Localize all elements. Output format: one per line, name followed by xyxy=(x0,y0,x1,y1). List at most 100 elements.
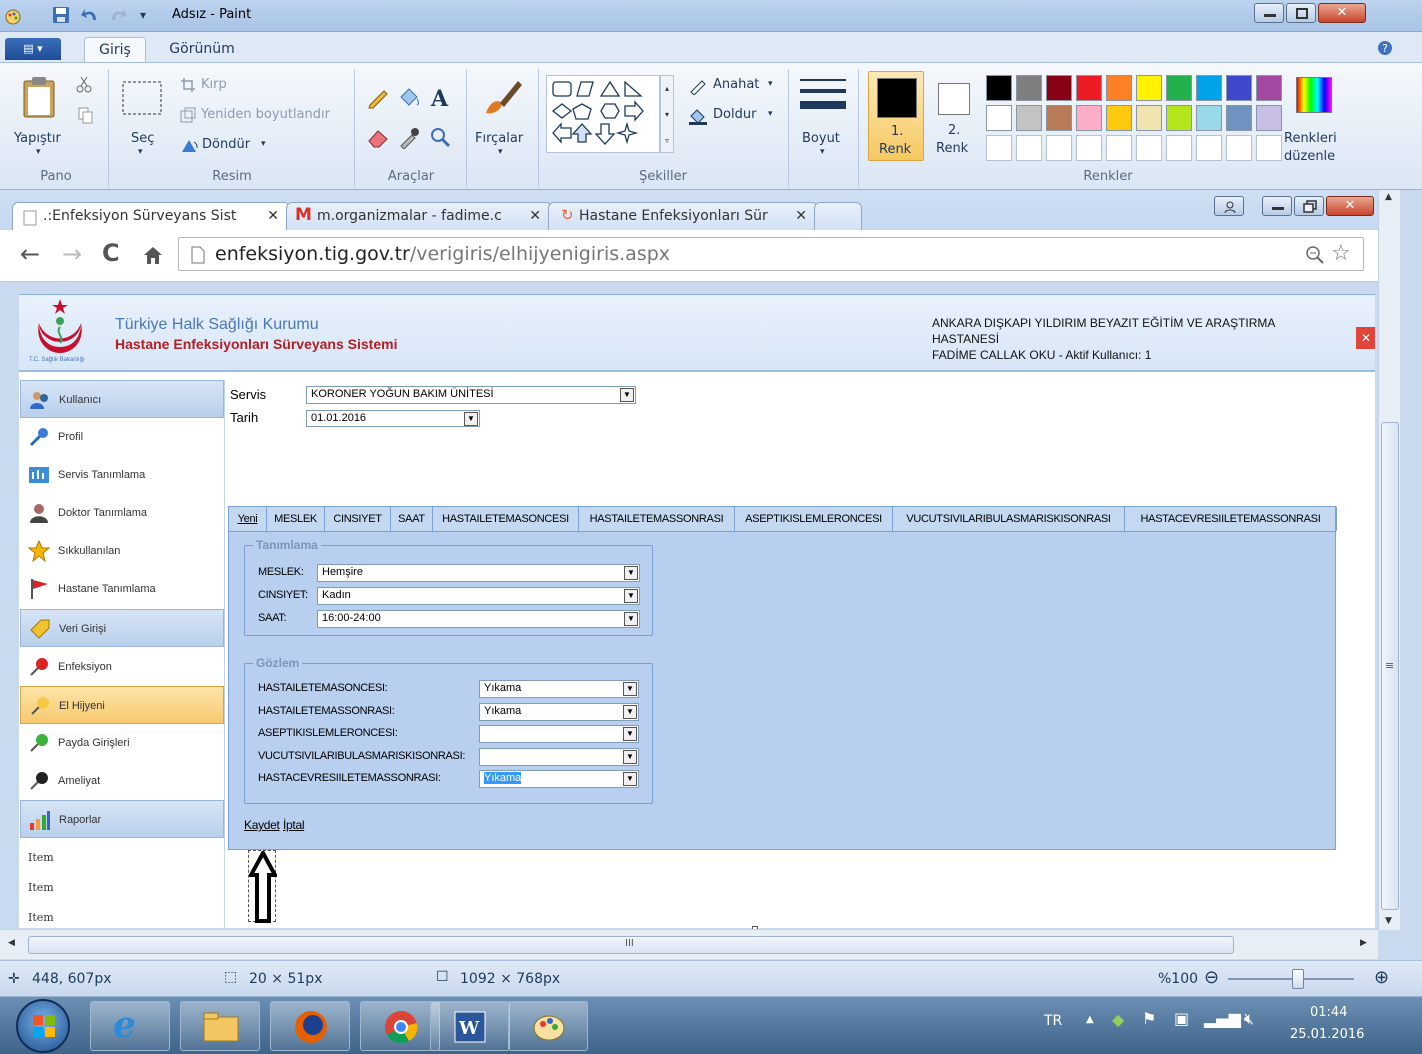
taskbar-firefox[interactable] xyxy=(270,1001,350,1051)
size-button[interactable]: Boyut ▾ xyxy=(796,71,852,161)
palette-color-swatch[interactable] xyxy=(1196,75,1222,101)
browser-close-button[interactable]: ✕ xyxy=(1326,196,1374,216)
palette-color-swatch[interactable] xyxy=(1136,75,1162,101)
home-icon[interactable] xyxy=(142,245,164,265)
new-tab-button[interactable] xyxy=(814,202,862,230)
palette-color-swatch[interactable] xyxy=(1256,75,1282,101)
gozlem-field-select[interactable]: Yıkama ▼ xyxy=(479,680,639,698)
palette-color-swatch[interactable] xyxy=(1166,105,1192,131)
palette-empty-swatch[interactable] xyxy=(1076,135,1102,161)
pencil-icon[interactable] xyxy=(366,85,390,109)
horizontal-scrollbar[interactable]: ◀ III ▶ xyxy=(0,929,1378,959)
palette-color-swatch[interactable] xyxy=(986,75,1012,101)
clock-date[interactable]: 25.01.2016 xyxy=(1290,1027,1364,1042)
network-globe-icon[interactable]: ◆ xyxy=(1112,1010,1124,1029)
tarih-select[interactable]: 01.01.2016 ▼ xyxy=(306,410,480,427)
maximize-button[interactable] xyxy=(1286,3,1316,23)
menu-item-kullanıcı[interactable]: Kullanıcı xyxy=(20,380,224,418)
taskbar-chrome[interactable] xyxy=(360,1001,440,1051)
save-icon[interactable] xyxy=(52,6,70,24)
paint-menu-button[interactable]: ▤ ▾ xyxy=(5,38,61,60)
browser-maximize-button[interactable] xyxy=(1294,196,1324,216)
palette-empty-swatch[interactable] xyxy=(1166,135,1192,161)
horizontal-scroll-thumb[interactable]: III xyxy=(28,936,1234,954)
palette-color-swatch[interactable] xyxy=(1016,105,1042,131)
volume-muted-icon[interactable]: 🔇︎ xyxy=(1244,1009,1254,1029)
zoom-out-icon[interactable]: ⊖ xyxy=(1204,967,1219,988)
palette-color-swatch[interactable] xyxy=(1076,105,1102,131)
resize-button[interactable]: Yeniden boyutlandır xyxy=(201,107,330,122)
palette-color-swatch[interactable] xyxy=(1046,105,1072,131)
palette-color-swatch[interactable] xyxy=(1166,75,1192,101)
forward-icon[interactable]: → xyxy=(62,240,82,268)
form-tab[interactable]: VUCUTSIVILARIBULASMARISKISONRASI xyxy=(893,507,1125,531)
palette-color-swatch[interactable] xyxy=(1076,75,1102,101)
browser-tab-gmail[interactable]: M m.organizmalar - fadime.c ✕ xyxy=(286,202,552,230)
help-icon[interactable]: ? xyxy=(1377,40,1393,56)
gozlem-field-select[interactable]: Yıkama ▼ xyxy=(479,770,639,788)
fill-shape-button[interactable]: Doldur xyxy=(713,107,756,122)
tanimlama-field-select[interactable]: Kadın ▼ xyxy=(317,587,640,605)
menu-item-payda-girişleri[interactable]: Payda Girişleri xyxy=(20,724,224,762)
qat-customize-icon[interactable]: ▾ xyxy=(140,8,146,22)
zoom-slider-thumb[interactable] xyxy=(1292,969,1304,989)
color2-button[interactable]: 2. Renk xyxy=(930,71,980,161)
signal-icon[interactable]: ▂▄▆ xyxy=(1204,1009,1241,1028)
menu-item-servis-tanımlama[interactable]: Servis Tanımlama xyxy=(20,456,224,494)
close-button[interactable]: ✕ xyxy=(1318,3,1366,23)
palette-color-swatch[interactable] xyxy=(1226,105,1252,131)
browser-profile-button[interactable] xyxy=(1214,196,1244,216)
cancel-link[interactable]: İptal xyxy=(283,818,304,832)
form-tab[interactable]: SAAT xyxy=(391,507,433,531)
save-link[interactable]: Kaydet xyxy=(244,818,280,832)
edit-colors-button[interactable]: Renkleri düzenle xyxy=(1284,71,1346,164)
shapes-scroll[interactable]: ▴ ▾ ▿ xyxy=(660,75,674,153)
zoom-slider[interactable] xyxy=(1228,978,1354,980)
paste-button[interactable]: Yapıştır ▾ xyxy=(10,71,74,161)
browser-tab-hospital[interactable]: ↻ Hastane Enfeksiyonları Sür ✕ xyxy=(548,202,818,230)
browser-tab-active[interactable]: .:Enfeksiyon Sürveyans Sist ✕ xyxy=(12,202,290,230)
cut-icon[interactable] xyxy=(76,75,92,93)
taskbar-word[interactable]: W xyxy=(430,1001,510,1051)
menu-item-el-hijyeni[interactable]: El Hijyeni xyxy=(20,686,224,724)
palette-color-swatch[interactable] xyxy=(1256,105,1282,131)
servis-select[interactable]: KORONER YOĞUN BAKIM ÜNİTESİ ▼ xyxy=(306,386,636,404)
tab-view[interactable]: Görünüm xyxy=(160,37,244,64)
minimize-button[interactable] xyxy=(1254,3,1284,23)
palette-empty-swatch[interactable] xyxy=(1136,135,1162,161)
palette-empty-swatch[interactable] xyxy=(1106,135,1132,161)
gozlem-field-select[interactable]: ▼ xyxy=(479,747,639,766)
reload-icon[interactable]: C xyxy=(102,239,120,267)
bookmark-star-icon[interactable]: ☆ xyxy=(1331,241,1351,266)
menu-item-ameliyat[interactable]: Ameliyat xyxy=(20,762,224,800)
palette-color-swatch[interactable] xyxy=(1046,75,1072,101)
copy-icon[interactable] xyxy=(78,107,94,125)
menu-item-item[interactable]: Item xyxy=(20,898,224,928)
show-hidden-icons-icon[interactable]: ▲ xyxy=(1086,1014,1094,1025)
back-icon[interactable]: ← xyxy=(20,240,40,268)
color1-button[interactable]: 1. Renk xyxy=(868,71,924,161)
tab-home[interactable]: Giriş xyxy=(84,37,146,64)
eraser-icon[interactable] xyxy=(366,125,390,149)
text-icon[interactable]: A xyxy=(428,85,452,109)
form-tab[interactable]: MESLEK xyxy=(267,507,325,531)
scroll-right-icon[interactable]: ▶ xyxy=(1360,938,1367,948)
taskbar-explorer[interactable] xyxy=(180,1001,260,1051)
power-icon[interactable]: ▣ xyxy=(1174,1009,1189,1028)
palette-color-swatch[interactable] xyxy=(1196,105,1222,131)
crop-button[interactable]: Kırp xyxy=(201,77,227,92)
close-tab-icon[interactable]: ✕ xyxy=(529,208,541,224)
action-center-flag-icon[interactable]: ⚑ xyxy=(1142,1009,1156,1028)
menu-item-hastane-tanımlama[interactable]: Hastane Tanımlama xyxy=(20,570,224,608)
zoom-in-icon[interactable]: ⊕ xyxy=(1374,967,1389,988)
paint-selection[interactable] xyxy=(248,850,277,923)
tanimlama-field-select[interactable]: 16:00-24:00 ▼ xyxy=(317,610,640,628)
menu-item-veri-girişi[interactable]: Veri Girişi xyxy=(20,609,224,647)
menu-item-profil[interactable]: Profil xyxy=(20,418,224,456)
close-tab-icon[interactable]: ✕ xyxy=(795,208,807,224)
menu-item-doktor-tanımlama[interactable]: Doktor Tanımlama xyxy=(20,494,224,532)
shapes-gallery[interactable] xyxy=(546,75,660,153)
palette-color-swatch[interactable] xyxy=(1106,105,1132,131)
form-tab[interactable]: CINSIYET xyxy=(325,507,391,531)
palette-color-swatch[interactable] xyxy=(1016,75,1042,101)
